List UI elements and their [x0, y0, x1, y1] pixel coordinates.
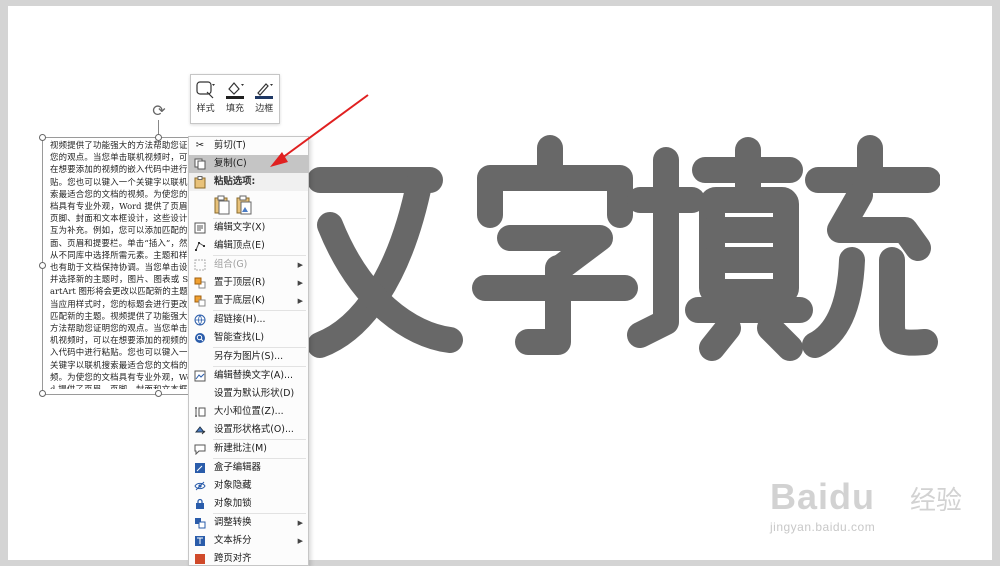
menu-label: 智能查找(L): [214, 332, 265, 343]
submenu-arrow-icon: ▶: [297, 537, 303, 545]
textbox-paragraph[interactable]: 视频提供了功能强大的方法帮助您证明您的观点。当您单击联机视频时，可以在想要添加的…: [50, 139, 196, 389]
menu-label: 组合(G): [214, 259, 248, 270]
smart-lookup-icon: [193, 331, 207, 345]
menu-item-page-align[interactable]: 跨页对齐: [189, 550, 308, 565]
watermark-url: jingyan.baidu.com: [770, 520, 876, 534]
menu-item-edit-text[interactable]: 编辑文字(X): [189, 219, 308, 237]
menu-label: 设置为默认形状(D): [214, 388, 295, 399]
menu-item-hyperlink[interactable]: 超链接(H)...: [189, 311, 308, 329]
menu-label: 超链接(H)...: [214, 314, 266, 325]
menu-item-split-text[interactable]: 文本拆分 ▶: [189, 532, 308, 550]
watermark-cn: 经验: [910, 486, 963, 516]
menu-item-edit-points[interactable]: 编辑顶点(E): [189, 237, 308, 255]
resize-handle-bl[interactable]: [39, 390, 46, 397]
menu-label: 调整转换: [214, 517, 252, 528]
paste-options-row: [189, 191, 308, 218]
baidu-watermark-logo: Baidu 经验 jingyan.baidu.com: [770, 468, 990, 548]
menu-item-hide-object[interactable]: 对象隐藏: [189, 477, 308, 495]
menu-item-box-editor[interactable]: 盒子编辑器: [189, 459, 308, 477]
pen-outline-icon: [250, 79, 278, 101]
paste-options-header: 粘贴选项:: [189, 173, 308, 191]
resize-handle-tl[interactable]: [39, 134, 46, 141]
menu-item-group[interactable]: 组合(G) ▶: [189, 256, 308, 274]
paint-bucket-icon: [221, 79, 249, 101]
menu-label: 文本拆分: [214, 535, 252, 546]
rotate-handle-icon[interactable]: ⟳: [150, 102, 168, 120]
send-to-back-icon: [193, 294, 207, 308]
convert-icon: [193, 516, 207, 530]
submenu-arrow-icon: ▶: [297, 297, 303, 305]
border-button[interactable]: 边框: [250, 79, 278, 114]
fill-label: 填充: [225, 104, 244, 114]
menu-label: 编辑替换文字(A)...: [214, 370, 293, 381]
shape-style-icon: [192, 79, 220, 101]
menu-item-smart-lookup[interactable]: 智能查找(L): [189, 329, 308, 347]
clipboard-icon: [193, 175, 207, 189]
context-menu: ✂ 剪切(T) 复制(C) 粘贴选项: 编辑文字(X) 编辑顶点(E) 组合(G…: [188, 136, 309, 566]
comment-icon: [193, 442, 207, 456]
scissors-icon: ✂: [195, 140, 205, 151]
group-icon: [193, 258, 207, 272]
box-editor-icon: [193, 461, 207, 475]
edit-text-icon: [193, 221, 207, 235]
resize-handle-tm[interactable]: [155, 134, 162, 141]
border-label: 边框: [255, 104, 274, 114]
menu-label: 编辑文字(X): [214, 222, 266, 233]
edit-points-icon: [193, 239, 207, 253]
menu-label: 大小和位置(Z)...: [214, 406, 284, 417]
fill-button[interactable]: 填充: [221, 79, 249, 114]
menu-label: 新建批注(M): [214, 443, 267, 454]
watermark-brand: Baidu: [770, 476, 876, 517]
menu-item-edit-alt-text[interactable]: 编辑替换文字(A)...: [189, 367, 308, 385]
paste-as-picture-icon[interactable]: [236, 195, 252, 215]
alt-text-icon: [193, 369, 207, 383]
menu-label: 复制(C): [214, 158, 247, 169]
menu-label: 粘贴选项:: [214, 176, 256, 187]
menu-label: 编辑顶点(E): [214, 240, 265, 251]
submenu-arrow-icon: ▶: [297, 261, 303, 269]
rotation-stem: [158, 120, 159, 134]
menu-label: 盒子编辑器: [214, 462, 261, 473]
eye-hidden-icon: [193, 479, 207, 493]
copy-icon: [193, 157, 207, 171]
paste-keep-format-icon[interactable]: [214, 195, 230, 215]
menu-item-cut[interactable]: ✂ 剪切(T): [189, 137, 308, 155]
menu-label: 剪切(T): [214, 140, 246, 151]
hyperlink-icon: [193, 313, 207, 327]
menu-label: 跨页对齐: [214, 553, 252, 564]
menu-item-bring-to-front[interactable]: 置于顶层(R) ▶: [189, 274, 308, 292]
menu-item-save-as-picture[interactable]: 另存为图片(S)...: [189, 348, 308, 366]
bring-to-front-icon: [193, 276, 207, 290]
submenu-arrow-icon: ▶: [297, 519, 303, 527]
menu-label: 设置形状格式(O)...: [214, 424, 294, 435]
resize-handle-bm[interactable]: [155, 390, 162, 397]
split-text-icon: [193, 534, 207, 548]
menu-item-send-to-back[interactable]: 置于底层(K) ▶: [189, 292, 308, 310]
menu-label: 置于顶层(R): [214, 277, 266, 288]
menu-label: 对象加锁: [214, 498, 252, 509]
menu-item-copy[interactable]: 复制(C): [189, 155, 308, 173]
submenu-arrow-icon: ▶: [297, 279, 303, 287]
menu-item-new-comment[interactable]: 新建批注(M): [189, 440, 308, 458]
big-filled-text[interactable]: [300, 130, 940, 380]
format-shape-icon: [193, 423, 207, 437]
style-label: 样式: [196, 104, 215, 114]
menu-item-set-default-shape[interactable]: 设置为默认形状(D): [189, 385, 308, 403]
size-position-icon: [193, 405, 207, 419]
mini-toolbar: 样式 填充 边框: [190, 74, 280, 124]
resize-handle-ml[interactable]: [39, 262, 46, 269]
menu-item-format-shape[interactable]: 设置形状格式(O)...: [189, 421, 308, 439]
menu-item-size-position[interactable]: 大小和位置(Z)...: [189, 403, 308, 421]
menu-label: 另存为图片(S)...: [214, 351, 284, 362]
menu-item-lock-object[interactable]: 对象加锁: [189, 495, 308, 513]
menu-label: 置于底层(K): [214, 295, 265, 306]
lock-icon: [193, 497, 207, 511]
menu-label: 对象隐藏: [214, 480, 252, 491]
align-icon: [193, 552, 207, 565]
menu-item-adjust-convert[interactable]: 调整转换 ▶: [189, 514, 308, 532]
style-button[interactable]: 样式: [192, 79, 220, 114]
